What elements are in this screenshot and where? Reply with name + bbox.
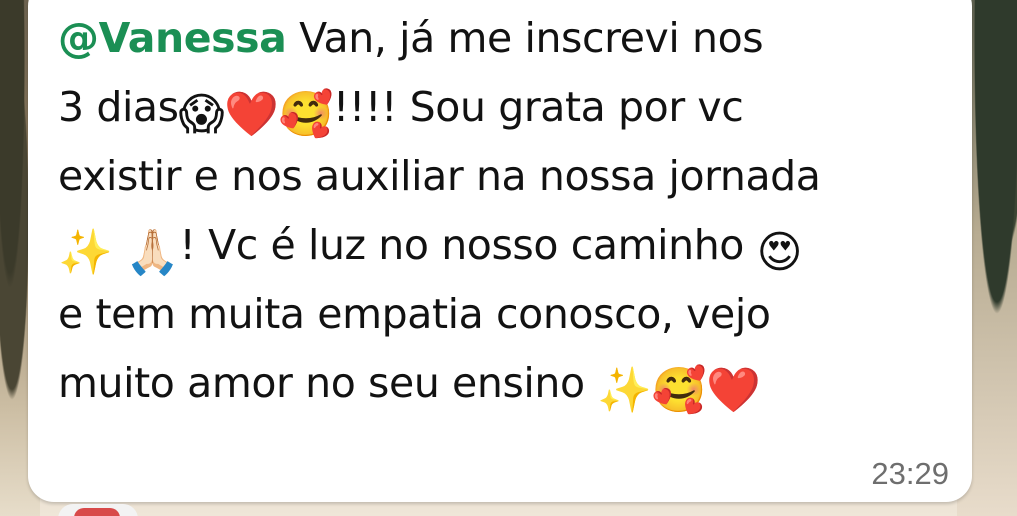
- message-line-3: existir e nos auxiliar na nossa jornada: [58, 152, 821, 200]
- message-line-6: muito amor no seu ensino: [58, 359, 598, 407]
- red-heart-icon: ❤️: [706, 365, 761, 416]
- message-line-4: ! Vc é luz no nosso caminho: [179, 221, 757, 269]
- sparkles-icon: ✨: [597, 365, 652, 416]
- heart-eyes-icon: 😍: [756, 227, 803, 278]
- message-text: @Vanessa Van, já me inscrevi nos 3 dias😱…: [58, 4, 938, 418]
- message-timestamp: 23:29: [871, 456, 949, 491]
- folded-hands-icon: 🙏🏻: [125, 227, 180, 278]
- smiling-face-with-hearts-icon: 🥰: [651, 365, 707, 416]
- message-line-2: 3 dias: [58, 83, 179, 131]
- screaming-face-icon: 😱: [178, 89, 225, 140]
- smiling-face-with-hearts-icon: 🥰: [278, 89, 334, 140]
- message-line-1: Van, já me inscrevi nos: [286, 14, 764, 62]
- message-line-5: e tem muita empatia conosco, vejo: [58, 290, 771, 338]
- reaction-icon[interactable]: [74, 508, 120, 516]
- sparkles-icon: ✨: [58, 227, 113, 278]
- mention-link[interactable]: @Vanessa: [58, 14, 287, 62]
- message-line-2-tail: !!!! Sou grata por vc: [332, 83, 744, 131]
- red-heart-icon: ❤️: [224, 89, 279, 140]
